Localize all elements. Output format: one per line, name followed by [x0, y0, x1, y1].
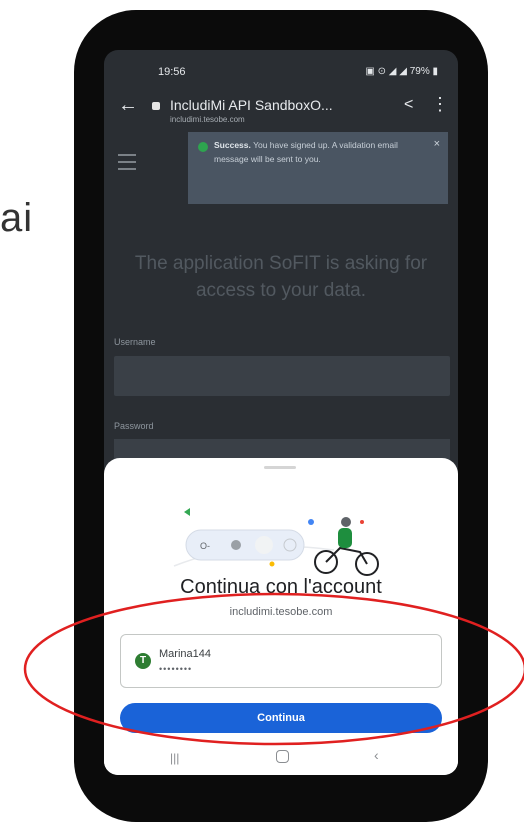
- avatar: T: [135, 653, 151, 669]
- status-bar: 19:56 ▣ ⊙ ◢ ◢ 79% ▮: [104, 50, 458, 84]
- sheet-title: Continua con l'account: [180, 576, 382, 598]
- toast-message: Success. You have signed up. A validatio…: [214, 138, 434, 166]
- sheet-domain: includimi.tesobe.com: [229, 606, 333, 618]
- password-illustration: O-: [173, 508, 379, 576]
- nav-back-icon[interactable]: ‹: [374, 747, 379, 763]
- account-option[interactable]: T Marina144 ••••••••: [120, 634, 442, 688]
- battery-percent: 79%: [409, 66, 430, 77]
- page-domain: includimi.tesobe.com: [170, 115, 245, 124]
- phone-screen: 19:56 ▣ ⊙ ◢ ◢ 79% ▮ ← IncludiMi API Sand…: [104, 50, 458, 775]
- account-password-mask: ••••••••: [159, 664, 193, 674]
- status-icons: ▣ ⊙ ◢ ◢ 79% ▮: [365, 66, 438, 77]
- back-arrow-icon[interactable]: ←: [118, 94, 138, 117]
- close-icon[interactable]: ×: [434, 137, 440, 151]
- success-toast: Success. You have signed up. A validatio…: [188, 132, 448, 204]
- toast-bold: Success.: [214, 140, 251, 150]
- share-icon[interactable]: <: [404, 96, 413, 114]
- password-label: Password: [114, 421, 154, 431]
- success-check-icon: [198, 142, 208, 152]
- more-vert-icon[interactable]: ⋮: [431, 94, 449, 115]
- status-time: 19:56: [158, 66, 186, 78]
- menu-icon[interactable]: [118, 154, 136, 175]
- browser-toolbar: ← IncludiMi API SandboxO... includimi.te…: [104, 84, 458, 132]
- android-nav-bar: ||| ‹: [104, 741, 458, 775]
- username-field[interactable]: [114, 356, 450, 396]
- recents-icon[interactable]: |||: [170, 751, 179, 765]
- home-icon[interactable]: [276, 750, 289, 763]
- access-headline: The application SoFIT is asking for acce…: [134, 253, 428, 301]
- lock-icon: [152, 102, 160, 110]
- side-text-fragment: ai: [0, 196, 34, 240]
- account-picker-sheet: O- Continua con l'account includimi.teso…: [104, 458, 458, 775]
- continue-button[interactable]: Continua: [120, 703, 442, 733]
- username-label: Username: [114, 337, 156, 347]
- svg-text:O-: O-: [200, 541, 210, 551]
- account-username: Marina144: [159, 648, 211, 660]
- sheet-drag-handle[interactable]: [264, 466, 296, 469]
- page-title: IncludiMi API SandboxO...: [170, 97, 333, 113]
